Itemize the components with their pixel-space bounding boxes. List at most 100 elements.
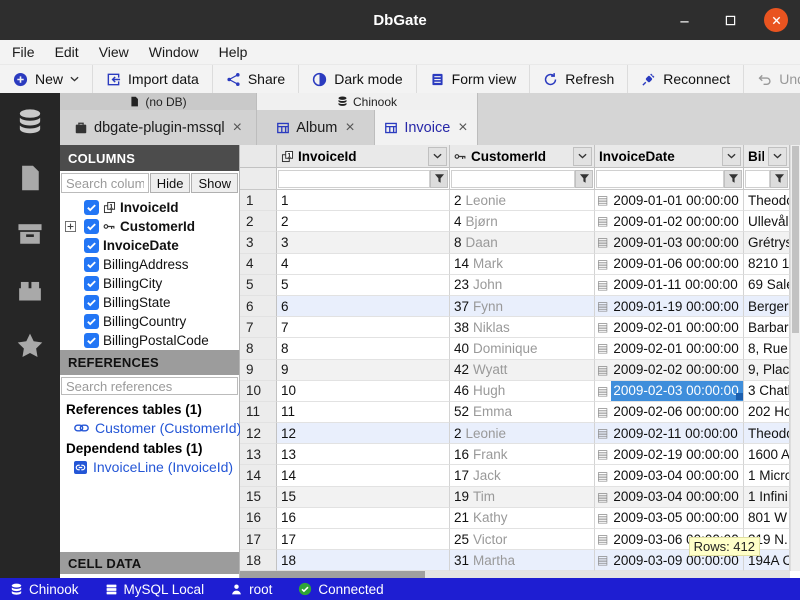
cell-value[interactable]: 2009-01-19 00:00:00 <box>611 296 743 316</box>
statusbar-mysql-local[interactable]: MySQL Local <box>105 582 205 597</box>
row-number[interactable]: 7 <box>240 317 277 338</box>
filter-input-customerid[interactable] <box>451 170 575 188</box>
column-header-invoicedate[interactable]: InvoiceDate <box>595 145 744 168</box>
filter-input-invoicedate[interactable] <box>596 170 724 188</box>
cell-billingaddress[interactable]: 202 Ho <box>744 402 790 423</box>
cell-invoicedate[interactable]: ▤2009-01-01 00:00:00 <box>595 190 744 211</box>
maximize-button[interactable] <box>718 8 742 32</box>
cell-value[interactable]: 2009-02-01 00:00:00 <box>611 338 743 358</box>
cell-value[interactable]: 2009-03-05 00:00:00 <box>611 508 743 528</box>
row-number[interactable]: 13 <box>240 444 277 465</box>
tab-album[interactable]: Album× <box>257 110 375 145</box>
column-item-billingaddress[interactable]: BillingAddress <box>60 255 239 274</box>
cell-billingaddress[interactable]: Ullevål <box>744 211 790 232</box>
column-menu-button[interactable] <box>573 147 592 166</box>
cell-value[interactable]: 2009-02-06 00:00:00 <box>611 402 743 422</box>
cell-billingaddress[interactable]: 801 W <box>744 508 790 529</box>
horizontal-scrollbar[interactable] <box>240 571 790 578</box>
cell-invoicedate[interactable]: ▤2009-03-04 00:00:00 <box>595 465 744 486</box>
cell-invoiceid[interactable]: 4 <box>277 254 450 275</box>
menu-help[interactable]: Help <box>209 40 258 64</box>
cell-customerid[interactable]: 14Mark <box>450 254 595 275</box>
checkbox-checked[interactable] <box>84 238 99 253</box>
column-item-invoicedate[interactable]: InvoiceDate <box>60 236 239 255</box>
cell-invoiceid[interactable]: 13 <box>277 444 450 465</box>
tab-dbgate-plugin-mssql[interactable]: dbgate-plugin-mssql× <box>60 110 257 145</box>
column-header-invoiceid[interactable]: 1InvoiceId <box>277 145 450 168</box>
row-number[interactable]: 10 <box>240 381 277 402</box>
menu-window[interactable]: Window <box>139 40 209 64</box>
filter-input-invoiceid[interactable] <box>278 170 430 188</box>
sidebar-database-icon[interactable] <box>15 107 45 137</box>
cell-billingaddress[interactable]: Berger <box>744 296 790 317</box>
row-number[interactable]: 6 <box>240 296 277 317</box>
statusbar-chinook[interactable]: Chinook <box>10 582 79 597</box>
search-references-input[interactable] <box>61 377 238 395</box>
cell-invoicedate[interactable]: ▤2009-02-11 00:00:00 <box>595 423 744 444</box>
cell-customerid[interactable]: 52Emma <box>450 402 595 423</box>
cell-customerid[interactable]: 2Leonie <box>450 190 595 211</box>
column-header-customerid[interactable]: CustomerId <box>450 145 595 168</box>
filter-funnel-icon[interactable] <box>724 170 742 188</box>
cell-invoicedate[interactable]: ▤2009-02-01 00:00:00 <box>595 338 744 359</box>
hide-button[interactable]: Hide <box>150 173 191 193</box>
column-item-customerid[interactable]: CustomerId <box>60 217 239 236</box>
cell-value[interactable]: 2009-01-11 00:00:00 <box>611 275 743 295</box>
checkbox-checked[interactable] <box>84 314 99 329</box>
cell-invoicedate[interactable]: ▤2009-02-06 00:00:00 <box>595 402 744 423</box>
filter-funnel-icon[interactable] <box>575 170 593 188</box>
cell-billingaddress[interactable]: 69 Sale <box>744 275 790 296</box>
cell-customerid[interactable]: 42Wyatt <box>450 360 595 381</box>
cell-invoicedate[interactable]: ▤2009-01-06 00:00:00 <box>595 254 744 275</box>
column-item-invoiceid[interactable]: 1InvoiceId <box>60 198 239 217</box>
cell-value[interactable]: 2009-01-03 00:00:00 <box>611 232 743 252</box>
sidebar-file-icon[interactable] <box>15 163 45 193</box>
menu-file[interactable]: File <box>2 40 45 64</box>
cell-value[interactable]: 2009-02-11 00:00:00 <box>611 423 743 443</box>
column-item-billingpostalcode[interactable]: BillingPostalCode <box>60 331 239 350</box>
row-number[interactable]: 17 <box>240 529 277 550</box>
filter-input-billingaddress[interactable] <box>745 170 770 188</box>
cell-invoiceid[interactable]: 10 <box>277 381 450 402</box>
column-menu-button[interactable] <box>768 147 787 166</box>
cell-invoicedate[interactable]: ▤2009-03-04 00:00:00 <box>595 487 744 508</box>
column-menu-button[interactable] <box>428 147 447 166</box>
vertical-scrollbar[interactable] <box>790 145 800 571</box>
cell-invoicedate[interactable]: ▤2009-01-11 00:00:00 <box>595 275 744 296</box>
close-tab-icon[interactable]: × <box>458 120 467 136</box>
cell-customerid[interactable]: 37Fynn <box>450 296 595 317</box>
close-tab-icon[interactable]: × <box>233 120 242 136</box>
cell-customerid[interactable]: 23John <box>450 275 595 296</box>
cell-invoicedate[interactable]: ▤2009-01-02 00:00:00 <box>595 211 744 232</box>
cell-invoicedate[interactable]: ▤2009-02-02 00:00:00 <box>595 360 744 381</box>
toolbar-refresh-button[interactable]: Refresh <box>530 65 628 93</box>
cell-invoiceid[interactable]: 9 <box>277 360 450 381</box>
search-columns-input[interactable] <box>61 173 149 193</box>
toolbar-share-button[interactable]: Share <box>213 65 299 93</box>
cell-value[interactable]: 2009-03-04 00:00:00 <box>611 465 743 485</box>
checkbox-checked[interactable] <box>84 219 99 234</box>
cell-customerid[interactable]: 4Bjørn <box>450 211 595 232</box>
cell-value[interactable]: 2009-02-02 00:00:00 <box>611 360 743 380</box>
menu-edit[interactable]: Edit <box>45 40 89 64</box>
cell-billingaddress[interactable]: Grétrys <box>744 232 790 253</box>
reference-link-invoiceline-invoiceid[interactable]: InvoiceLine (InvoiceId) <box>60 457 239 477</box>
close-tab-icon[interactable]: × <box>345 120 354 136</box>
column-item-billingcountry[interactable]: BillingCountry <box>60 312 239 331</box>
cell-invoiceid[interactable]: 6 <box>277 296 450 317</box>
column-header-billingaddress[interactable]: BillingAddress <box>744 145 790 168</box>
cell-invoiceid[interactable]: 7 <box>277 317 450 338</box>
cell-customerid[interactable]: 2Leonie <box>450 423 595 444</box>
sidebar-plugin-blocks-icon[interactable] <box>15 275 45 305</box>
row-number[interactable]: 15 <box>240 487 277 508</box>
cell-billingaddress[interactable]: 1 Infini <box>744 487 790 508</box>
toolbar-undo-button[interactable]: Undo <box>744 65 800 93</box>
cell-billingaddress[interactable]: 3 Chatl <box>744 381 790 402</box>
selected-cell-value[interactable]: 2009-02-03 00:00:00 <box>611 381 743 401</box>
toolbar-reconnect-button[interactable]: Reconnect <box>628 65 744 93</box>
cell-customerid[interactable]: 46Hugh <box>450 381 595 402</box>
cell-customerid[interactable]: 16Frank <box>450 444 595 465</box>
cell-billingaddress[interactable]: 8210 1 <box>744 254 790 275</box>
sidebar-archive-icon[interactable] <box>15 219 45 249</box>
cell-billingaddress[interactable]: Barbar <box>744 317 790 338</box>
